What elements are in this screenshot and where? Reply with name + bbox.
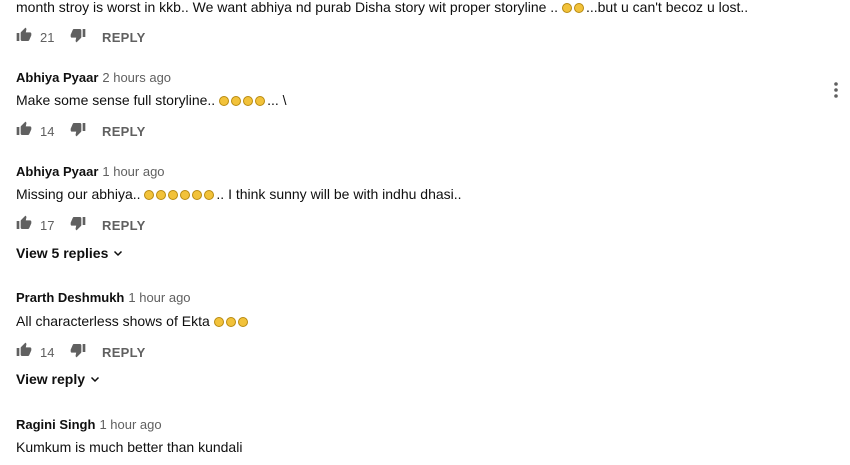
comment-header: Ragini Singh 1 hour ago bbox=[16, 416, 162, 434]
comment-header: Abhiya Pyaar 1 hour ago bbox=[16, 163, 165, 181]
comment-author[interactable]: Abhiya Pyaar bbox=[16, 70, 98, 85]
emoji-icon bbox=[231, 96, 242, 106]
view-replies-button[interactable]: View reply bbox=[16, 371, 101, 387]
emoji-icon bbox=[180, 190, 191, 200]
thumb-up-icon[interactable] bbox=[16, 342, 32, 363]
reply-button[interactable]: REPLY bbox=[102, 218, 146, 233]
emoji-icon bbox=[255, 96, 266, 106]
emoji-icon bbox=[204, 190, 215, 200]
emoji-icon bbox=[219, 96, 230, 106]
emoji-icon bbox=[213, 317, 224, 327]
comment-text: Make some sense full storyline.. ... \ bbox=[16, 92, 287, 108]
comment-author[interactable]: Prarth Deshmukh bbox=[16, 290, 124, 305]
comment-actions: 14 REPLY bbox=[16, 342, 146, 363]
comment-author[interactable]: Abhiya Pyaar bbox=[16, 164, 98, 179]
thumb-down-icon[interactable] bbox=[70, 27, 86, 48]
thumb-down-icon[interactable] bbox=[70, 342, 86, 363]
reply-button[interactable]: REPLY bbox=[102, 124, 146, 139]
comment-actions: 14 REPLY bbox=[16, 121, 146, 142]
comment-actions: 21 REPLY bbox=[16, 27, 146, 48]
thumb-up-icon[interactable] bbox=[16, 215, 32, 236]
like-count: 14 bbox=[40, 344, 55, 360]
comment-author[interactable]: Ragini Singh bbox=[16, 417, 95, 432]
comment-header: Abhiya Pyaar 2 hours ago bbox=[16, 69, 171, 87]
comment-time[interactable]: 2 hours ago bbox=[102, 70, 171, 85]
emoji-icon bbox=[561, 3, 572, 13]
reply-button[interactable]: REPLY bbox=[102, 345, 146, 360]
thumb-down-icon[interactable] bbox=[70, 121, 86, 142]
thumb-down-icon[interactable] bbox=[70, 215, 86, 236]
emoji-icon bbox=[225, 317, 236, 327]
more-vert-icon[interactable] bbox=[834, 82, 838, 103]
chevron-down-icon bbox=[114, 250, 123, 257]
like-count: 14 bbox=[40, 123, 55, 139]
reply-button[interactable]: REPLY bbox=[102, 30, 146, 45]
comment-time[interactable]: 1 hour ago bbox=[99, 417, 161, 432]
comment-actions: 17 REPLY bbox=[16, 215, 146, 236]
emoji-icon bbox=[192, 190, 203, 200]
comment-text: Missing our abhiya.. .. I think sunny wi… bbox=[16, 186, 462, 202]
chevron-down-icon bbox=[90, 376, 100, 383]
comment-text: month stroy is worst in kkb.. We want ab… bbox=[16, 0, 749, 15]
emoji-icon bbox=[156, 190, 167, 200]
emoji-icon bbox=[573, 3, 584, 13]
emoji-icon bbox=[144, 190, 155, 200]
thumb-up-icon[interactable] bbox=[16, 121, 32, 142]
comment-header: Prarth Deshmukh 1 hour ago bbox=[16, 289, 191, 307]
comment-time[interactable]: 1 hour ago bbox=[102, 164, 164, 179]
emoji-icon bbox=[237, 317, 248, 327]
comment-text: Kumkum is much better than kundali bbox=[16, 439, 243, 455]
emoji-icon bbox=[168, 190, 179, 200]
like-count: 21 bbox=[40, 29, 55, 45]
emoji-icon bbox=[243, 96, 254, 106]
comment-time[interactable]: 1 hour ago bbox=[128, 290, 190, 305]
comment-text: All characterless shows of Ekta bbox=[16, 313, 250, 329]
view-replies-button[interactable]: View 5 replies bbox=[16, 245, 124, 261]
thumb-up-icon[interactable] bbox=[16, 27, 32, 48]
like-count: 17 bbox=[40, 217, 55, 233]
